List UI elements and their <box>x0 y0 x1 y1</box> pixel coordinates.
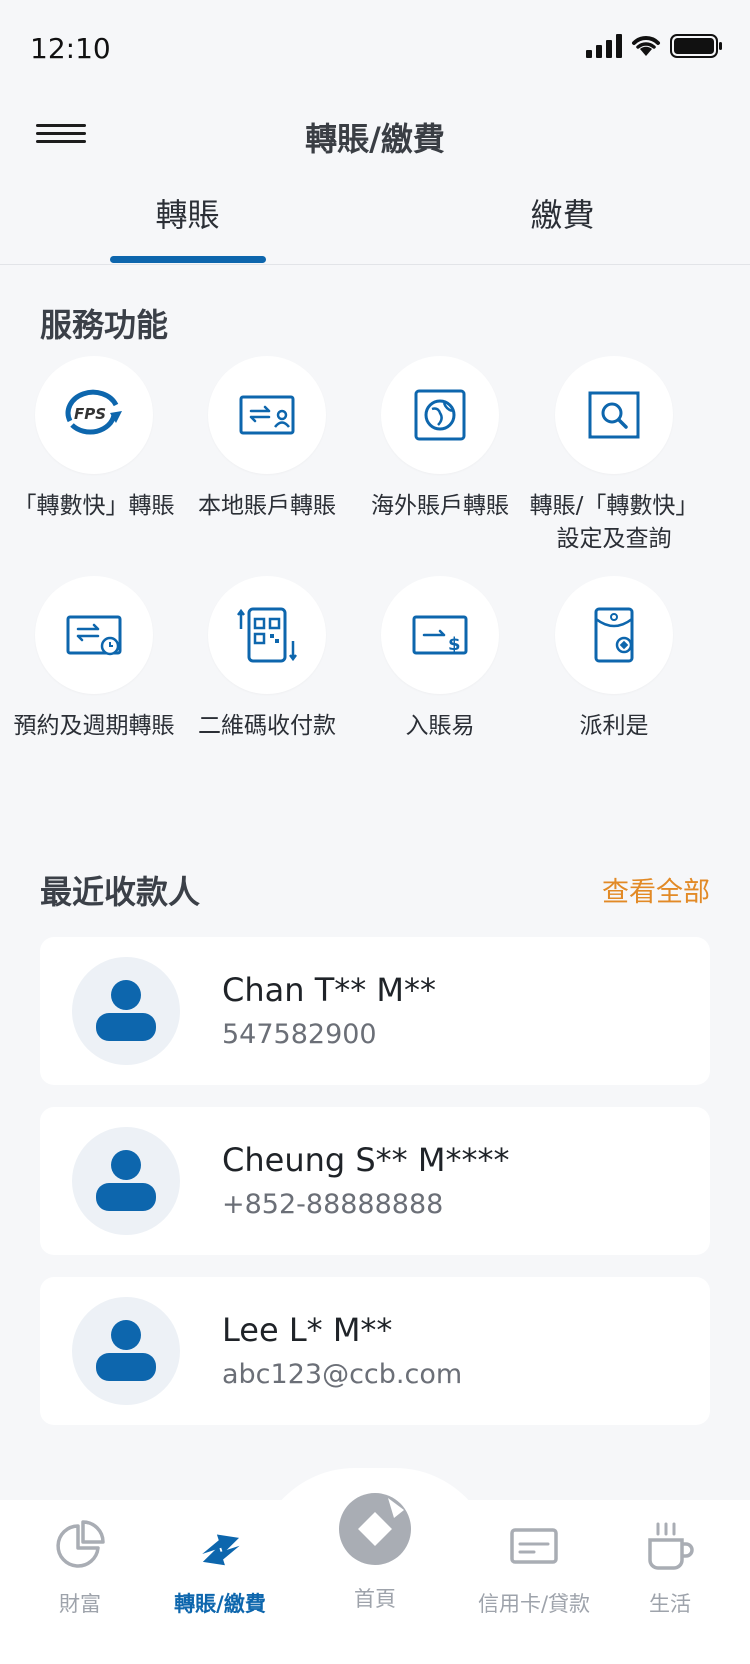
active-tab-indicator <box>110 256 266 263</box>
service-label: 轉賬/「轉數快」設定及查詢 <box>529 493 699 552</box>
nav-item-credit-card-loan[interactable]: 信用卡/貸款 <box>464 1518 604 1618</box>
payee-account: abc123@ccb.com <box>222 1359 463 1390</box>
service-scheduled-transfer[interactable]: 預約及週期轉賬 <box>2 576 186 743</box>
red-packet-icon <box>594 607 634 663</box>
service-label: 海外賬戶轉賬 <box>371 493 509 519</box>
service-icon-circle <box>208 356 326 474</box>
coffee-cup-icon <box>648 1522 694 1570</box>
service-icon-circle <box>381 356 499 474</box>
service-red-packet[interactable]: 派利是 <box>522 576 706 743</box>
battery-icon <box>670 34 722 58</box>
person-icon <box>96 980 156 1041</box>
person-icon <box>96 1150 156 1211</box>
view-all-link[interactable]: 查看全部 <box>602 870 710 909</box>
nav-item-wealth[interactable]: 財富 <box>10 1518 150 1618</box>
fps-icon: FPS <box>65 389 122 435</box>
service-local-transfer[interactable]: 本地賬戶轉賬 <box>175 356 359 523</box>
nav-item-transfer-payment[interactable]: 轉賬/繳費 <box>150 1518 290 1618</box>
overseas-transfer-icon <box>414 389 466 441</box>
service-label: 入賬易 <box>405 713 475 739</box>
scheduled-transfer-icon <box>66 615 122 656</box>
service-icon-circle: FPS <box>35 356 153 474</box>
status-bar: 12:10 <box>0 0 750 100</box>
app-screen: 12:10 轉賬/繳費 轉賬 繳費 服務功能 FPS 「轉數快」轉賬 本地賬戶轉… <box>0 0 750 1664</box>
service-settings-inquiry[interactable]: 轉賬/「轉數快」設定及查詢 <box>522 356 706 556</box>
payee-name: Cheung S** M**** <box>222 1141 510 1179</box>
nav-label: 財富 <box>59 1592 101 1616</box>
recent-payees-title: 最近收款人 <box>40 873 201 911</box>
service-icon-circle <box>555 576 673 694</box>
service-icon-circle <box>555 356 673 474</box>
service-label: 二維碼收付款 <box>198 713 336 739</box>
qr-code-icon <box>237 607 297 663</box>
search-settings-icon <box>588 391 640 439</box>
payee-account: 547582900 <box>222 1019 377 1050</box>
pie-chart-icon <box>56 1520 105 1568</box>
payee-account: +852-88888888 <box>222 1189 444 1220</box>
service-label: 派利是 <box>579 713 649 739</box>
nav-item-home-label[interactable]: 首頁 <box>305 1583 445 1613</box>
payee-card[interactable]: Lee L* M** abc123@ccb.com <box>40 1277 710 1425</box>
tab-payment[interactable]: 繳費 <box>375 190 750 264</box>
service-icon-circle <box>35 576 153 694</box>
signal-icon <box>586 34 622 58</box>
svg-text:$: $ <box>448 634 461 655</box>
nav-label: 信用卡/貸款 <box>477 1592 591 1616</box>
avatar <box>72 1297 180 1405</box>
service-deposit[interactable]: $ 入賬易 <box>348 576 532 743</box>
nav-item-life[interactable]: 生活 <box>600 1518 740 1618</box>
service-label: 「轉數快」轉賬 <box>13 493 175 519</box>
payee-name: Chan T** M** <box>222 971 437 1009</box>
service-icon-circle: $ <box>381 576 499 694</box>
service-overseas-transfer[interactable]: 海外賬戶轉賬 <box>348 356 532 523</box>
service-fps-transfer[interactable]: FPS 「轉數快」轉賬 <box>2 356 186 523</box>
person-icon <box>96 1320 156 1381</box>
tab-transfer[interactable]: 轉賬 <box>0 190 375 264</box>
payee-card[interactable]: Cheung S** M**** +852-88888888 <box>40 1107 710 1255</box>
service-label: 預約及週期轉賬 <box>13 713 175 739</box>
page-title: 轉賬/繳費 <box>305 120 445 158</box>
service-label: 本地賬戶轉賬 <box>198 493 336 519</box>
deposit-icon: $ <box>412 615 468 655</box>
transfer-arrows-icon <box>202 1534 240 1566</box>
service-qr-code[interactable]: 二維碼收付款 <box>175 576 359 743</box>
avatar <box>72 1127 180 1235</box>
header: 轉賬/繳費 <box>0 100 750 180</box>
local-transfer-icon <box>239 395 295 435</box>
nav-label: 轉賬/繳費 <box>174 1592 266 1616</box>
tab-bar: 轉賬 繳費 <box>0 190 750 265</box>
nav-label: 生活 <box>649 1592 691 1616</box>
status-time: 12:10 <box>30 32 111 65</box>
wifi-icon <box>632 36 660 56</box>
payee-card[interactable]: Chan T** M** 547582900 <box>40 937 710 1085</box>
services-section-title: 服務功能 <box>40 306 169 344</box>
svg-text:FPS: FPS <box>74 405 106 423</box>
avatar <box>72 957 180 1065</box>
service-icon-circle <box>208 576 326 694</box>
credit-card-icon <box>510 1528 558 1564</box>
payee-name: Lee L* M** <box>222 1311 393 1349</box>
home-logo-icon[interactable] <box>336 1490 414 1568</box>
